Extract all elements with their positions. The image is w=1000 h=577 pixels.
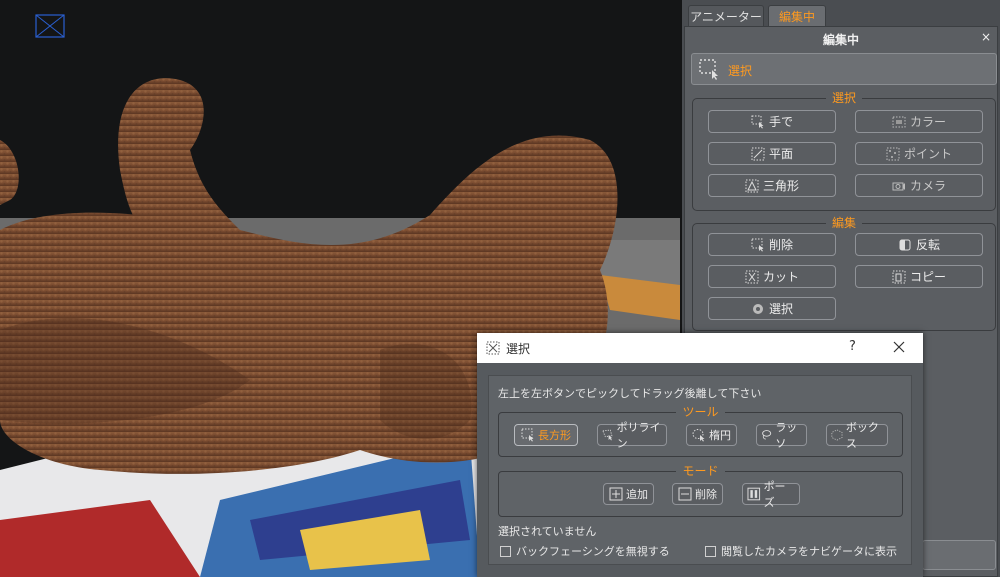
pause-mode-button[interactable]: ポーズ <box>742 480 800 509</box>
subtract-icon <box>678 487 692 501</box>
edit-group-title: 編集 <box>693 216 995 230</box>
point-select-button[interactable]: ポイント <box>855 142 983 165</box>
selection-mode-label: 選択 <box>728 64 753 78</box>
point-select-icon <box>886 147 900 160</box>
delete-button[interactable]: 削除 <box>708 233 836 256</box>
tab-editing[interactable]: 編集中 <box>768 5 826 27</box>
tool-group: ツール 長方形 ポリライン 楕円 ラッソ ボックス <box>498 405 903 457</box>
camera-select-label: カメラ <box>909 179 946 193</box>
select-group: 選択 手で カラー 平面 ポイント 三角形 カメラ <box>692 91 996 211</box>
hand-select-label: 手で <box>768 115 793 129</box>
ellipse-tool-label: 楕円 <box>709 429 731 442</box>
hand-select-icon <box>751 115 764 128</box>
box-icon <box>831 429 843 441</box>
add-mode-button[interactable]: 追加 <box>603 483 654 505</box>
triangle-select-icon <box>745 179 759 192</box>
rectangle-tool-label: 長方形 <box>538 429 571 442</box>
tab-animator[interactable]: アニメーター <box>688 5 764 27</box>
ignore-backfacing-label: バックフェーシングを無視する <box>516 545 670 558</box>
delete-label: 削除 <box>768 238 793 252</box>
copy-button[interactable]: コピー <box>855 265 983 288</box>
selection-status: 選択されていません <box>498 525 597 538</box>
show-camera-navigator-label: 閲覧したカメラをナビゲータに表示 <box>721 545 897 558</box>
cut-icon <box>745 270 759 283</box>
triangle-select-button[interactable]: 三角形 <box>708 174 836 197</box>
selection-mode-button[interactable]: 選択 <box>691 53 997 85</box>
invert-icon <box>899 239 911 250</box>
ellipse-tool-button[interactable]: 楕円 <box>686 424 737 446</box>
dialog-help-button[interactable]: ? <box>849 339 856 354</box>
rectangle-icon <box>521 428 534 442</box>
show-camera-navigator-checkbox[interactable]: 閲覧したカメラをナビゲータに表示 <box>705 543 897 559</box>
subtract-mode-label: 削除 <box>695 488 717 501</box>
select-all-label: 選択 <box>768 302 793 316</box>
navigation-cube-icon[interactable] <box>35 14 65 38</box>
delete-icon <box>751 238 764 251</box>
color-select-label: カラー <box>909 115 946 129</box>
dialog-titlebar[interactable]: 選択 ? <box>477 333 923 363</box>
invert-button[interactable]: 反転 <box>855 233 983 256</box>
pause-icon <box>747 487 761 501</box>
lasso-tool-label: ラッソ <box>775 421 798 450</box>
show-camera-navigator-box[interactable] <box>705 545 716 557</box>
box-tool-button[interactable]: ボックス <box>826 421 888 450</box>
color-select-button[interactable]: カラー <box>855 110 983 133</box>
add-mode-label: 追加 <box>626 488 648 501</box>
rectangle-tool-button[interactable]: 長方形 <box>514 424 578 446</box>
camera-select-button[interactable]: カメラ <box>855 174 983 197</box>
cut-label: カット <box>762 270 799 284</box>
dialog-title: 選択 <box>506 342 531 356</box>
panel-close-button[interactable]: × <box>981 30 991 44</box>
subtract-mode-button[interactable]: 削除 <box>672 483 723 505</box>
dialog-close-icon[interactable] <box>891 339 907 355</box>
dialog-select-icon <box>486 341 500 355</box>
box-tool-label: ボックス <box>845 421 879 450</box>
polyline-tool-button[interactable]: ポリライン <box>597 421 667 450</box>
panel-title: 編集中 <box>822 33 859 47</box>
mode-group-title: モード <box>499 464 902 478</box>
select-group-title: 選択 <box>693 91 995 105</box>
color-select-icon <box>892 116 906 127</box>
select-dialog: 選択 ? 左上を左ボタンでピックしてドラッグ後離して下さい ツール 長方形 ポリ… <box>477 333 923 577</box>
ignore-backfacing-box[interactable] <box>500 545 511 557</box>
polyline-tool-label: ポリライン <box>616 421 661 450</box>
edit-group: 編集 削除 反転 カット コピー 選択 <box>692 216 996 331</box>
camera-icon <box>892 182 905 190</box>
pause-mode-label: ポーズ <box>763 480 786 509</box>
rect-select-icon <box>699 59 718 80</box>
copy-icon <box>892 270 906 283</box>
dialog-body: 左上を左ボタンでピックしてドラッグ後離して下さい ツール 長方形 ポリライン 楕… <box>488 375 912 565</box>
copy-label: コピー <box>909 270 946 284</box>
hand-select-button[interactable]: 手で <box>708 110 836 133</box>
point-select-label: ポイント <box>903 147 952 161</box>
dialog-instruction: 左上を左ボタンでピックしてドラッグ後離して下さい <box>498 387 762 400</box>
ellipse-icon <box>692 429 705 442</box>
lasso-tool-button[interactable]: ラッソ <box>756 421 807 450</box>
add-icon <box>609 487 623 501</box>
plane-select-label: 平面 <box>768 147 793 161</box>
invert-label: 反転 <box>915 238 940 252</box>
plane-select-icon <box>751 147 765 160</box>
lasso-icon <box>762 430 772 440</box>
panel-lower-button[interactable] <box>922 540 996 570</box>
mode-group: モード 追加 削除 ポーズ <box>498 464 903 517</box>
plane-select-button[interactable]: 平面 <box>708 142 836 165</box>
ignore-backfacing-checkbox[interactable]: バックフェーシングを無視する <box>500 543 670 559</box>
cut-button[interactable]: カット <box>708 265 836 288</box>
triangle-select-label: 三角形 <box>762 179 799 193</box>
select-all-icon <box>752 303 763 314</box>
tool-group-title: ツール <box>499 405 902 419</box>
select-all-button[interactable]: 選択 <box>708 297 836 320</box>
polyline-icon <box>602 429 613 441</box>
